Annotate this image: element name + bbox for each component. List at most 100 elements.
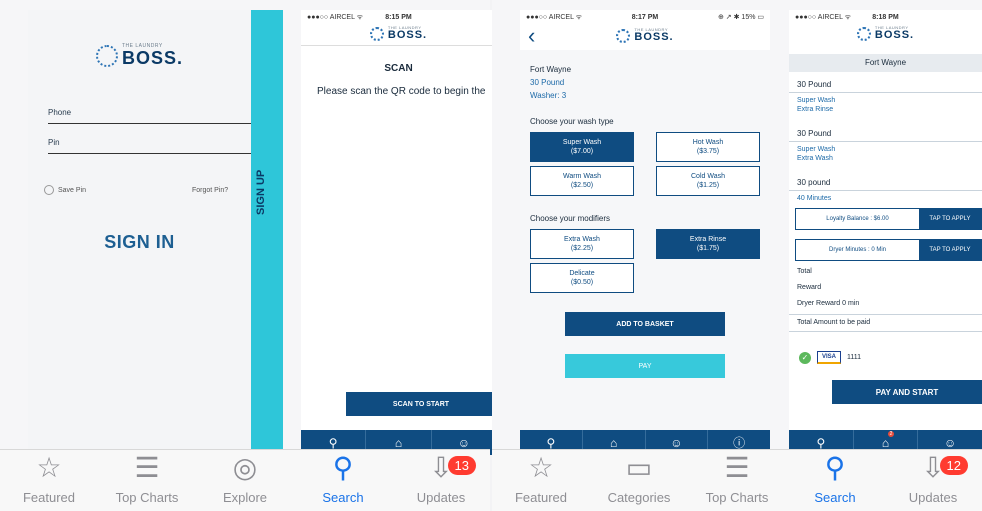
- divider: [789, 190, 982, 191]
- store-tab-top-charts[interactable]: ☰ Top Charts: [98, 450, 196, 511]
- signup-label: SIGN UP: [255, 169, 267, 215]
- brand-big: BOSS.: [121, 48, 183, 68]
- item1-line: Extra Rinse: [797, 106, 834, 113]
- compass-icon: ◎: [232, 452, 258, 483]
- forgot-pin-link[interactable]: Forgot Pin?: [192, 187, 228, 194]
- payment-card-row[interactable]: ✓ VISA 1111: [799, 351, 861, 364]
- pay-and-start-button[interactable]: PAY AND START: [832, 380, 982, 404]
- status-bar: ●●●○○ AIRCEL ᯤ 8:18 PM: [789, 10, 982, 24]
- dryer-reward-label: Dryer Reward 0 min: [797, 300, 860, 307]
- dryer-row: Dryer Minutes : 0 Min TAP TO APPLY: [795, 239, 982, 261]
- wash-option-cold[interactable]: Cold Wash ($1.25): [656, 166, 760, 196]
- pin-field[interactable]: Pin: [48, 138, 264, 154]
- card-last4: 1111: [847, 354, 862, 361]
- wash-selection-screen: ●●●○○ AIRCEL ᯤ 8:17 PM ⊕ ↗ ✱ 15% ▭ ‹ THE…: [520, 10, 770, 455]
- updates-badge: 13: [447, 456, 476, 475]
- store-tab-search[interactable]: ⚲ Search: [786, 450, 884, 511]
- categories-icon: ▭: [625, 452, 653, 483]
- status-time: 8:17 PM: [631, 13, 659, 21]
- modifier-extra-rinse[interactable]: Extra Rinse ($1.75): [656, 229, 760, 259]
- store-tab-bar-left: ☆ Featured ☰ Top Charts ◎ Explore ⚲ Sear…: [0, 449, 490, 511]
- modifier-extra-wash[interactable]: Extra Wash ($2.25): [530, 229, 634, 259]
- pay-button[interactable]: PAY: [565, 354, 725, 378]
- scan-instruction: Please scan the QR code to begin the: [317, 86, 486, 97]
- wash-option-super[interactable]: Super Wash ($7.00): [530, 132, 634, 162]
- list-icon: ☰: [724, 452, 750, 483]
- loyalty-apply-button[interactable]: TAP TO APPLY: [919, 209, 981, 229]
- modifier-delicate[interactable]: Delicate ($0.50): [530, 263, 634, 293]
- total-paid-label: Total Amount to be paid: [797, 319, 871, 326]
- status-bar: ●●●○○ AIRCEL ᯤ 8:17 PM ⊕ ↗ ✱ 15% ▭: [520, 10, 770, 24]
- item2-title: 30 Pound: [797, 129, 832, 138]
- item3-minutes: 40 Minutes: [797, 195, 832, 202]
- logo-mark-icon: [856, 26, 871, 41]
- check-icon: ✓: [799, 351, 811, 364]
- logo-mark-icon: [95, 44, 118, 67]
- visa-card-icon: VISA: [817, 351, 842, 364]
- updates-badge: 12: [939, 456, 968, 475]
- loyalty-row: Loyalty Balance : $6.00 TAP TO APPLY: [795, 208, 982, 230]
- phone-field[interactable]: Phone: [48, 108, 264, 124]
- signin-button[interactable]: SIGN IN: [28, 232, 251, 253]
- brand-logo: THE LAUNDRY BOSS.: [520, 28, 770, 43]
- option-price: ($2.25): [570, 245, 594, 252]
- option-price: ($7.00): [570, 148, 594, 155]
- store-tab-top-charts[interactable]: ☰ Top Charts: [688, 450, 786, 511]
- washer-number: Washer: 3: [530, 91, 567, 100]
- scan-screen: ●●●○○ AIRCEL ᯤ 8:15 PM THE LAUNDRY BOSS.…: [301, 10, 496, 455]
- dryer-apply-button[interactable]: TAP TO APPLY: [919, 240, 981, 260]
- item2-line: Extra Wash: [797, 155, 833, 162]
- reward-label: Reward: [797, 284, 822, 291]
- scan-title: SCAN: [384, 63, 413, 74]
- divider: [301, 45, 496, 46]
- store-tab-label: Featured: [22, 490, 76, 505]
- store-tab-categories[interactable]: ▭ Categories: [590, 450, 688, 511]
- store-tab-search[interactable]: ⚲ Search: [294, 450, 392, 511]
- left-screenshot: THE LAUNDRY BOSS. Phone Pin Save Pin For…: [0, 0, 496, 511]
- store-tab-label: Top Charts: [115, 490, 179, 505]
- store-tab-explore[interactable]: ◎ Explore: [196, 450, 294, 511]
- star-icon: ☆: [528, 452, 554, 483]
- list-icon: ☰: [134, 452, 160, 483]
- nav-bar: ‹ THE LAUNDRY BOSS.: [520, 24, 770, 50]
- save-pin-label: Save Pin: [58, 186, 87, 194]
- store-tab-updates[interactable]: ⇩ Updates 12: [884, 450, 982, 511]
- brand-big: BOSS.: [634, 31, 674, 43]
- store-tab-label: Search: [322, 490, 364, 505]
- search-icon: ⚲: [824, 452, 846, 483]
- store-tab-featured[interactable]: ☆ Featured: [0, 450, 98, 511]
- status-time: 8:15 PM: [385, 13, 412, 21]
- option-name: Hot Wash: [692, 138, 724, 146]
- phone-label: Phone: [48, 108, 72, 117]
- store-tab-label: Search: [814, 490, 856, 505]
- option-name: Extra Wash: [564, 235, 600, 243]
- save-pin-checkbox[interactable]: Save Pin: [44, 185, 86, 195]
- dryer-minutes: Dryer Minutes : 0 Min: [828, 247, 886, 253]
- store-tab-label: Top Charts: [705, 490, 769, 505]
- store-tab-featured[interactable]: ☆ Featured: [492, 450, 590, 511]
- loyalty-balance: Loyalty Balance : $6.00: [826, 216, 889, 222]
- item2-line: Super Wash: [797, 146, 836, 153]
- divider: [789, 141, 982, 142]
- signup-button[interactable]: SIGN UP: [251, 10, 283, 455]
- radio-icon: [44, 185, 54, 195]
- wash-option-hot[interactable]: Hot Wash ($3.75): [656, 132, 760, 162]
- brand-big: BOSS.: [387, 29, 428, 41]
- search-icon: ⚲: [332, 452, 354, 483]
- option-price: ($1.75): [696, 245, 720, 252]
- option-name: Extra Rinse: [689, 235, 727, 243]
- add-to-basket-button[interactable]: ADD TO BASKET: [565, 312, 725, 336]
- option-name: Cold Wash: [691, 172, 725, 180]
- wash-option-warm[interactable]: Warm Wash ($2.50): [530, 166, 634, 196]
- option-name: Delicate: [569, 269, 595, 277]
- store-tab-label: Updates: [908, 490, 958, 505]
- option-name: Super Wash: [562, 138, 602, 146]
- store-tab-updates[interactable]: ⇩ Updates 13: [392, 450, 490, 511]
- scan-to-start-button[interactable]: SCAN TO START: [346, 392, 496, 416]
- option-price: ($3.75): [696, 148, 720, 155]
- item3-title: 30 pound: [797, 178, 831, 187]
- star-icon: ☆: [36, 452, 62, 483]
- pin-label: Pin: [48, 138, 60, 147]
- load-size: 30 Pound: [530, 78, 565, 87]
- option-price: ($0.50): [570, 279, 594, 286]
